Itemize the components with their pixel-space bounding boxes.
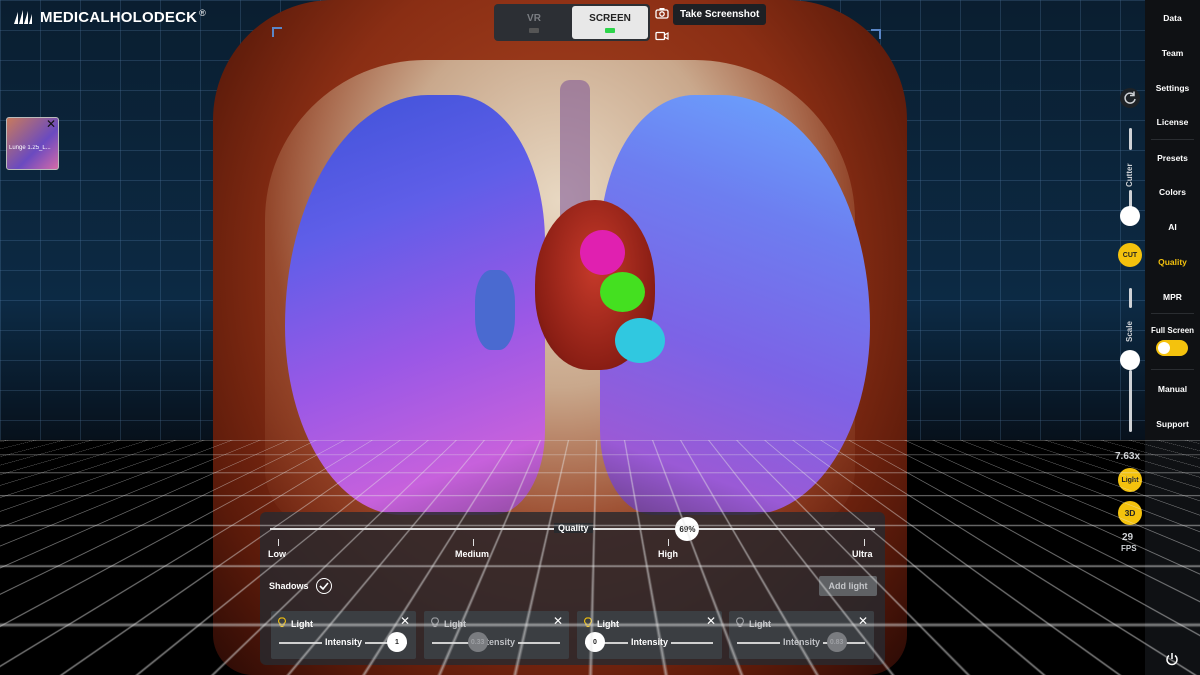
sidebar-item-colors[interactable]: Colors [1145,187,1200,197]
toggle-knob [1158,342,1170,354]
mode-toggle[interactable]: VR SCREEN [494,4,650,41]
cutter-slider-track[interactable] [1129,128,1132,150]
scale-slider-knob[interactable] [1120,350,1140,370]
segment-blue [475,270,515,350]
scale-slider-track[interactable] [1129,288,1132,308]
light-card: Light ✕ Intensity 0 [577,611,722,659]
brand-name: MEDICALHOLODECK [40,9,197,26]
screen-mode-button[interactable]: SCREEN [572,6,648,39]
quality-level-high[interactable]: High [658,549,678,559]
vr-indicator [529,28,539,33]
quality-slider-knob[interactable]: 69% [675,517,699,541]
sidebar-divider [1151,313,1194,314]
video-camera-icon[interactable] [655,28,669,46]
screen-mode-label: SCREEN [589,13,631,24]
quality-tick [668,539,669,546]
sidebar-item-quality[interactable]: Quality [1145,257,1200,267]
viewport[interactable]: MEDICALHOLODECK ® ✕ Lunge 1.25_L... VR S… [0,0,1200,675]
cutter-label: Cutter [1125,163,1134,187]
cutter-slider-knob[interactable] [1120,206,1140,226]
segment-cyan [615,318,665,363]
fps-value: 29 [1122,532,1133,543]
intensity-label: Intensity [729,637,874,647]
sidebar-item-ai[interactable]: AI [1145,222,1200,232]
brand-logo: MEDICALHOLODECK ® [12,8,206,26]
intensity-slider-knob[interactable]: 0.83 [827,632,847,652]
light-card: Light ✕ Intensity 0.33 [424,611,569,659]
vr-mode-label: VR [527,13,541,24]
intensity-slider-knob[interactable]: 0 [585,632,605,652]
sidebar-item-team[interactable]: Team [1145,48,1200,58]
quality-tick [864,539,865,546]
sidebar-item-data[interactable]: Data [1145,13,1200,23]
sidebar-item-support[interactable]: Support [1145,419,1200,429]
lightbulb-icon[interactable] [583,617,593,630]
capture-icons [654,6,670,38]
cut-button[interactable]: CUT [1118,243,1142,267]
holodeck-logo-icon [12,8,34,26]
light-card: Light ✕ Intensity 1 [271,611,416,659]
sidebar-divider [1151,369,1194,370]
light-title: Light [597,619,619,629]
full-screen-toggle[interactable] [1156,340,1188,356]
intensity-slider-knob[interactable]: 0.33 [468,632,488,652]
quality-tick [473,539,474,546]
segment-green [600,272,645,312]
checkmark-icon[interactable] [316,578,332,594]
take-screenshot-button[interactable]: Take Screenshot [673,4,766,25]
lightbulb-icon[interactable] [735,617,745,630]
intensity-slider-knob[interactable]: 1 [387,632,407,652]
shadows-toggle[interactable]: Shadows [269,578,332,594]
close-icon[interactable]: ✕ [706,614,716,628]
quality-level-low[interactable]: Low [268,549,286,559]
quality-level-medium[interactable]: Medium [455,549,489,559]
light-header: Light [583,617,619,630]
light-title: Light [444,619,466,629]
close-icon[interactable]: ✕ [46,118,56,130]
view-3d-button[interactable]: 3D [1118,501,1142,525]
sidebar-item-manual[interactable]: Manual [1145,384,1200,394]
shadows-label: Shadows [269,581,309,591]
light-title: Light [291,619,313,629]
sidebar-item-mpr[interactable]: MPR [1145,292,1200,302]
vr-mode-button[interactable]: VR [496,6,572,39]
reset-view-icon[interactable] [1120,88,1140,108]
lightbulb-icon[interactable] [277,617,287,630]
light-card: Light ✕ Intensity 0.83 [729,611,874,659]
light-title: Light [749,619,771,629]
frame-corner-tr [871,29,881,39]
power-icon[interactable] [1165,652,1179,666]
sidebar-item-presets[interactable]: Presets [1145,153,1200,163]
quality-tick [278,539,279,546]
close-icon[interactable]: ✕ [858,614,868,628]
intensity-label: Intensity [424,637,569,647]
quality-level-ultra[interactable]: Ultra [852,549,873,559]
sidebar-divider [1151,139,1194,140]
light-header: Light [277,617,313,630]
screen-indicator [605,28,615,33]
close-icon[interactable]: ✕ [400,614,410,628]
quality-title: Quality [554,523,593,533]
brand-reg: ® [199,8,206,18]
frame-corner-tl [272,27,282,37]
sidebar-item-license[interactable]: License [1145,117,1200,127]
camera-icon[interactable] [655,6,669,24]
light-header: Light [735,617,771,630]
scale-label: Scale [1125,321,1134,342]
fps-label: FPS [1121,544,1137,553]
scale-slider-track-lower[interactable] [1129,370,1132,432]
sidebar: Data Team Settings License Presets Color… [1145,0,1200,675]
sidebar-item-settings[interactable]: Settings [1145,83,1200,93]
lightbulb-icon[interactable] [430,617,440,630]
dataset-label: Lunge 1.25_L... [7,145,58,151]
light-header: Light [430,617,466,630]
dataset-thumbnail[interactable]: ✕ Lunge 1.25_L... [6,117,59,170]
light-toggle-button[interactable]: Light [1118,468,1142,492]
close-icon[interactable]: ✕ [553,614,563,628]
sidebar-item-full-screen: Full Screen [1145,326,1200,335]
quality-panel: Quality 69% Low Medium High Ultra Shadow… [260,512,885,665]
zoom-readout: 7.63x [1115,451,1140,462]
add-light-button[interactable]: Add light [819,576,877,596]
segment-pink [580,230,625,275]
